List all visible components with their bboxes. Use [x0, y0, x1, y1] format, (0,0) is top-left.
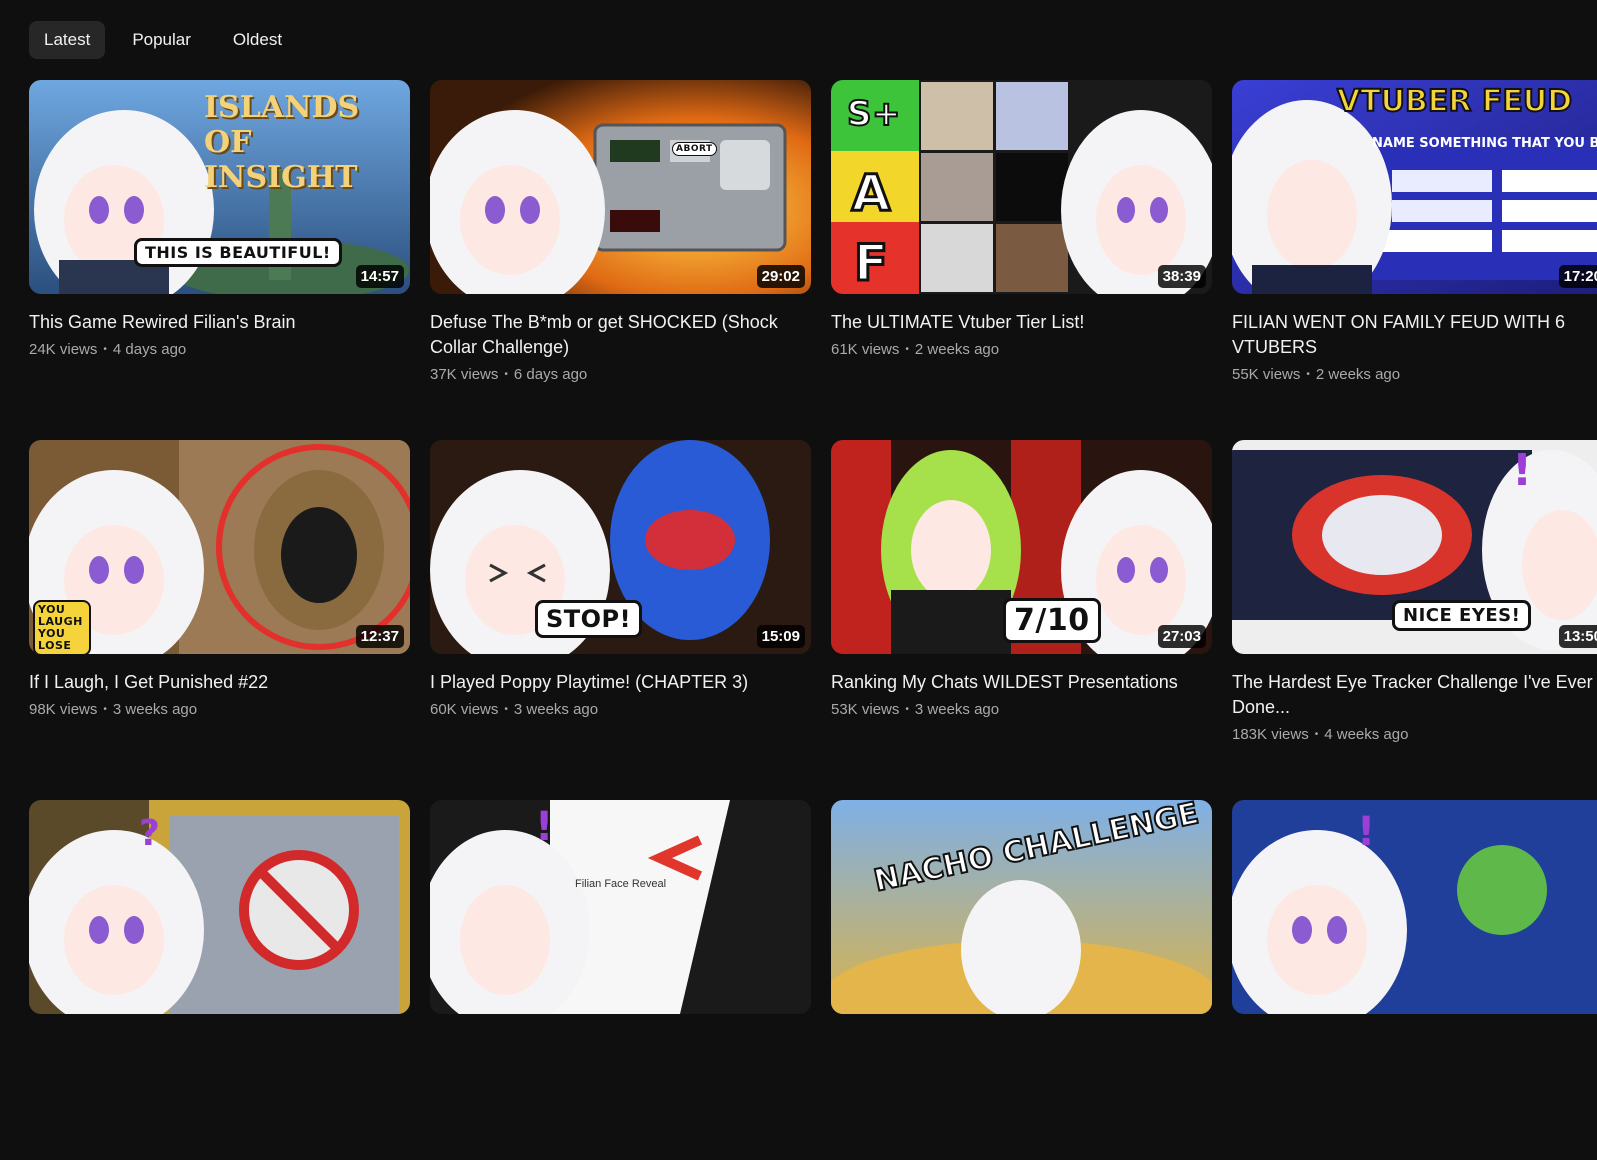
video-card[interactable]: NACHO CHALLENGE — [831, 800, 1212, 1160]
view-count: 53K views — [831, 701, 900, 718]
video-duration-badge: 15:09 — [756, 625, 805, 648]
video-title[interactable]: Defuse The B*mb or get SHOCKED (Shock Co… — [430, 310, 800, 360]
video-title[interactable]: The ULTIMATE Vtuber Tier List! — [831, 310, 1201, 335]
video-duration-badge: 27:03 — [1157, 625, 1206, 648]
thumbnail-caption: 7/10 — [1003, 598, 1101, 643]
video-card[interactable]: VTUBER FEUD NAME SOMETHING THAT YOU BEA … — [1232, 80, 1597, 440]
filter-latest-chip[interactable]: Latest — [29, 21, 106, 59]
video-card[interactable]: ! — [1232, 800, 1597, 1160]
video-duration-badge: 14:57 — [355, 265, 404, 288]
thumbnail-art: ! — [1232, 800, 1597, 1014]
video-card[interactable]: YOU LAUGH YOU LOSE 12:37 If I Laugh, I G… — [29, 440, 410, 800]
video-duration-badge: 38:39 — [1157, 265, 1206, 288]
video-title[interactable]: FILIAN WENT ON FAMILY FEUD WITH 6 VTUBER… — [1232, 310, 1597, 360]
video-thumbnail[interactable]: ? — [29, 800, 410, 1014]
thumbnail-heading: VTUBER FEUD — [1336, 83, 1573, 120]
video-card[interactable]: ABORT 29:02 Defuse The B*mb or get SHOCK… — [430, 80, 811, 440]
thumbnail-caption: THIS IS BEAUTIFUL! — [134, 238, 342, 267]
upload-age: 6 days ago — [513, 366, 588, 383]
video-thumbnail[interactable]: YOU LAUGH YOU LOSE 12:37 — [29, 440, 410, 654]
view-count: 55K views — [1232, 366, 1301, 383]
svg-text:F: F — [854, 234, 888, 292]
meta-separator: • — [1306, 369, 1310, 380]
sort-filter-bar: Latest Popular Oldest — [29, 21, 298, 59]
meta-separator: • — [1314, 729, 1319, 740]
video-title[interactable]: I Played Poppy Playtime! (CHAPTER 3) — [430, 670, 800, 695]
video-meta: 55K views • 2 weeks ago — [1232, 366, 1597, 383]
video-thumbnail[interactable]: NACHO CHALLENGE — [831, 800, 1212, 1014]
video-thumbnail[interactable]: STOP! 15:09 — [430, 440, 811, 654]
thumbnail-art — [430, 80, 811, 294]
video-title[interactable]: The Hardest Eye Tracker Challenge I've E… — [1232, 670, 1597, 720]
meta-separator: • — [905, 344, 909, 355]
video-thumbnail[interactable]: ISLANDS OF INSIGHT THIS IS BEAUTIFUL! 14… — [29, 80, 410, 294]
filter-popular-chip[interactable]: Popular — [117, 21, 206, 59]
view-count: 37K views — [430, 366, 499, 383]
thumbnail-heading: ISLANDS OF INSIGHT — [204, 90, 360, 195]
video-card[interactable]: STOP! 15:09 I Played Poppy Playtime! (CH… — [430, 440, 811, 800]
svg-text:!: ! — [535, 804, 553, 850]
video-card[interactable]: 7/10 27:03 Ranking My Chats WILDEST Pres… — [831, 440, 1212, 800]
meta-separator: • — [504, 704, 508, 715]
svg-text:A: A — [852, 164, 891, 222]
thumbnail-caption: NICE EYES! — [1392, 600, 1532, 631]
svg-text:!: ! — [1512, 445, 1532, 496]
video-card[interactable]: ISLANDS OF INSIGHT THIS IS BEAUTIFUL! 14… — [29, 80, 410, 440]
video-duration-badge: 29:02 — [756, 265, 805, 288]
filter-oldest-chip[interactable]: Oldest — [217, 21, 298, 59]
view-count: 61K views — [831, 341, 900, 358]
meta-separator: • — [103, 704, 107, 715]
video-duration-badge: 17:20 — [1558, 265, 1597, 288]
thumbnail-caption: S+ — [846, 93, 901, 135]
meta-separator: • — [905, 704, 909, 715]
svg-text:!: ! — [1357, 809, 1375, 855]
video-meta: 98K views • 3 weeks ago — [29, 701, 410, 718]
video-thumbnail[interactable]: ! — [1232, 800, 1597, 1014]
video-thumbnail[interactable]: ! Filian Face Reveal — [430, 800, 811, 1014]
video-thumbnail[interactable]: A F S+ 38:39 — [831, 80, 1212, 294]
video-card[interactable]: ? — [29, 800, 410, 1160]
thumbnail-caption: NAME SOMETHING THAT YOU BEA — [1372, 136, 1597, 151]
video-meta: 60K views • 3 weeks ago — [430, 701, 811, 718]
video-title[interactable]: If I Laugh, I Get Punished #22 — [29, 670, 399, 695]
video-meta: 24K views • 4 days ago — [29, 341, 410, 358]
video-title[interactable]: Ranking My Chats WILDEST Presentations — [831, 670, 1201, 695]
upload-age: 3 weeks ago — [914, 701, 1000, 718]
view-count: 183K views — [1232, 726, 1309, 743]
upload-age: 2 weeks ago — [1315, 366, 1401, 383]
video-card[interactable]: ! NICE EYES! 13:50 The Hardest Eye Track… — [1232, 440, 1597, 800]
thumbnail-caption: Filian Face Reveal — [575, 878, 667, 890]
video-thumbnail[interactable]: 7/10 27:03 — [831, 440, 1212, 654]
thumbnail-caption: STOP! — [535, 600, 643, 638]
thumbnail-art: ? — [29, 800, 410, 1014]
meta-separator: • — [504, 369, 508, 380]
view-count: 24K views — [29, 341, 98, 358]
upload-age: 4 weeks ago — [1324, 726, 1409, 743]
thumbnail-caption: YOU LAUGH YOU LOSE — [33, 600, 91, 654]
video-meta: 183K views • 4 weeks ago — [1232, 726, 1597, 743]
view-count: 60K views — [430, 701, 499, 718]
video-title[interactable]: This Game Rewired Filian's Brain — [29, 310, 399, 335]
video-meta: 37K views • 6 days ago — [430, 366, 811, 383]
video-thumbnail[interactable]: ! NICE EYES! 13:50 — [1232, 440, 1597, 654]
video-meta: 61K views • 2 weeks ago — [831, 341, 1212, 358]
video-thumbnail[interactable]: VTUBER FEUD NAME SOMETHING THAT YOU BEA … — [1232, 80, 1597, 294]
thumbnail-caption: ABORT — [672, 142, 717, 156]
upload-age: 3 weeks ago — [112, 701, 198, 718]
video-card[interactable]: A F S+ 38:39 The ULTIMATE Vtuber Tier Li… — [831, 80, 1212, 440]
upload-age: 3 weeks ago — [513, 701, 599, 718]
video-grid: ISLANDS OF INSIGHT THIS IS BEAUTIFUL! 14… — [29, 80, 1597, 1160]
view-count: 98K views — [29, 701, 98, 718]
upload-age: 2 weeks ago — [914, 341, 1000, 358]
video-card[interactable]: ! Filian Face Reveal — [430, 800, 811, 1160]
video-meta: 53K views • 3 weeks ago — [831, 701, 1212, 718]
video-duration-badge: 13:50 — [1558, 625, 1597, 648]
svg-text:?: ? — [139, 813, 160, 854]
video-duration-badge: 12:37 — [355, 625, 404, 648]
video-thumbnail[interactable]: ABORT 29:02 — [430, 80, 811, 294]
upload-age: 4 days ago — [112, 341, 187, 358]
thumbnail-art: ! — [430, 800, 811, 1014]
meta-separator: • — [103, 344, 107, 355]
